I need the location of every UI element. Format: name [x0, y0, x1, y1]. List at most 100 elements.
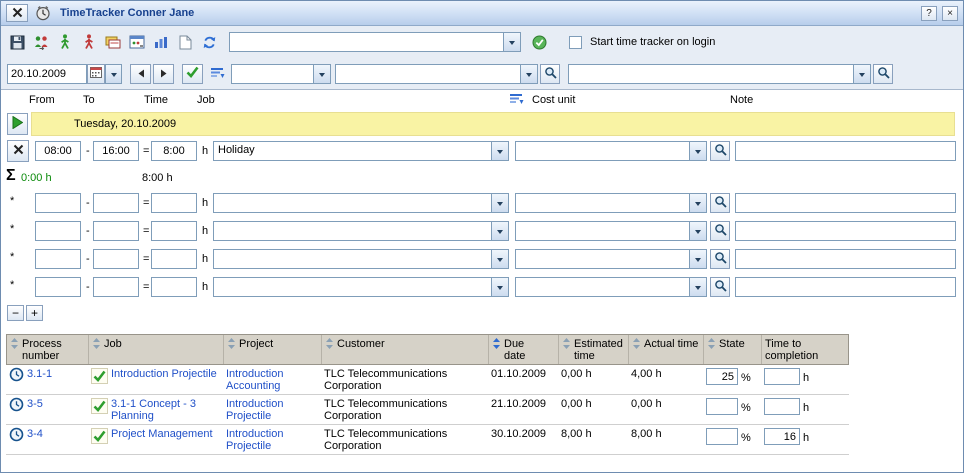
duration-input[interactable] — [151, 277, 197, 297]
remove-row-button[interactable]: − — [7, 305, 24, 321]
note-input[interactable] — [735, 141, 956, 161]
costunit-lookup-combo[interactable] — [568, 64, 871, 84]
from-input[interactable] — [35, 141, 81, 161]
to-input[interactable] — [93, 277, 139, 297]
quick-jump-combo[interactable] — [229, 32, 521, 52]
to-input[interactable] — [93, 249, 139, 269]
note-input[interactable] — [735, 277, 956, 297]
new-document-icon[interactable] — [175, 33, 195, 51]
job-combo[interactable] — [213, 249, 509, 269]
chevron-down-icon[interactable] — [689, 194, 706, 212]
refresh-icon[interactable] — [199, 33, 219, 51]
costunit-combo[interactable] — [515, 141, 707, 161]
chevron-down-icon[interactable] — [313, 65, 330, 83]
job-combo[interactable] — [213, 221, 509, 241]
statistics-icon[interactable] — [151, 33, 171, 51]
next-day-button[interactable] — [153, 64, 174, 84]
costunit-search-button[interactable] — [873, 64, 893, 84]
period-combo[interactable] — [231, 64, 331, 84]
process-link[interactable]: 3.1-1 — [27, 368, 52, 380]
chevron-down-icon[interactable] — [520, 65, 537, 83]
completion-input[interactable] — [764, 428, 800, 445]
header-job[interactable]: Job — [89, 335, 224, 364]
sort-view-button[interactable] — [207, 65, 227, 83]
costunit-combo[interactable] — [515, 249, 707, 269]
chevron-down-icon[interactable] — [689, 142, 706, 160]
job-link[interactable]: 3.1-1 Concept - 3 Planning — [111, 398, 220, 422]
duration-input[interactable] — [151, 193, 197, 213]
costunit-search-button[interactable] — [710, 193, 730, 213]
costunit-combo[interactable] — [515, 221, 707, 241]
task-timer-icon[interactable] — [9, 427, 24, 442]
arrive-walk-icon[interactable] — [55, 33, 75, 51]
costunit-combo[interactable] — [515, 277, 707, 297]
header-due-date[interactable]: Due date — [489, 335, 559, 364]
chevron-down-icon[interactable] — [853, 65, 870, 83]
job-search-button[interactable] — [540, 64, 560, 84]
chevron-down-icon[interactable] — [503, 33, 520, 51]
planning-board-icon[interactable] — [127, 33, 147, 51]
costunit-combo[interactable] — [515, 193, 707, 213]
job-lookup-combo[interactable] — [335, 64, 538, 84]
chevron-down-icon[interactable] — [491, 278, 508, 296]
cost-unit-sort-icon[interactable] — [509, 93, 524, 109]
help-button[interactable]: ? — [921, 6, 937, 21]
costunit-search-button[interactable] — [710, 221, 730, 241]
job-combo[interactable]: Holiday — [213, 141, 509, 161]
previous-day-button[interactable] — [130, 64, 151, 84]
start-tracker-button[interactable] — [7, 113, 28, 135]
from-input[interactable] — [35, 249, 81, 269]
close-button[interactable]: × — [942, 6, 958, 21]
job-link[interactable]: Introduction Projectile — [111, 368, 217, 380]
job-combo[interactable] — [213, 277, 509, 297]
cards-icon[interactable] — [103, 33, 123, 51]
process-link[interactable]: 3-5 — [27, 398, 43, 410]
job-link[interactable]: Project Management — [111, 428, 213, 440]
start-on-login-checkbox[interactable] — [569, 36, 582, 49]
header-project[interactable]: Project — [224, 335, 322, 364]
header-estimated-time[interactable]: Estimated time — [559, 335, 629, 364]
duration-input[interactable] — [151, 221, 197, 241]
job-combo[interactable] — [213, 193, 509, 213]
project-link[interactable]: Introduction Projectile — [226, 398, 318, 422]
chevron-down-icon[interactable] — [689, 278, 706, 296]
from-input[interactable] — [35, 193, 81, 213]
costunit-search-button[interactable] — [710, 141, 730, 161]
to-input[interactable] — [93, 221, 139, 241]
project-link[interactable]: Introduction Accounting — [226, 368, 318, 392]
state-input[interactable] — [706, 368, 738, 385]
note-input[interactable] — [735, 249, 956, 269]
duration-input[interactable] — [151, 141, 197, 161]
task-timer-icon[interactable] — [9, 397, 24, 412]
header-state[interactable]: State — [704, 335, 762, 364]
chevron-down-icon[interactable] — [689, 250, 706, 268]
calendar-button[interactable] — [87, 64, 105, 84]
check-in-out-icon[interactable] — [31, 33, 51, 51]
completion-input[interactable] — [764, 398, 800, 415]
completion-input[interactable] — [764, 368, 800, 385]
to-input[interactable] — [93, 141, 139, 161]
confirm-day-button[interactable] — [182, 64, 203, 84]
process-link[interactable]: 3-4 — [27, 428, 43, 440]
chevron-down-icon[interactable] — [491, 250, 508, 268]
header-time-to-completion[interactable]: Time to completion — [762, 335, 850, 364]
task-timer-icon[interactable] — [9, 367, 24, 382]
add-row-button[interactable]: + — [26, 305, 43, 321]
chevron-down-icon[interactable] — [491, 194, 508, 212]
from-input[interactable] — [35, 277, 81, 297]
job-check-icon[interactable] — [91, 428, 108, 444]
state-input[interactable] — [706, 398, 738, 415]
chevron-down-icon[interactable] — [689, 222, 706, 240]
to-input[interactable] — [93, 193, 139, 213]
panel-close-button[interactable] — [6, 4, 28, 22]
project-link[interactable]: Introduction Projectile — [226, 428, 318, 452]
leave-walk-icon[interactable] — [79, 33, 99, 51]
header-actual-time[interactable]: Actual time — [629, 335, 704, 364]
header-process-number[interactable]: Process number — [7, 335, 89, 364]
job-check-icon[interactable] — [91, 368, 108, 384]
note-input[interactable] — [735, 221, 956, 241]
date-input[interactable] — [7, 64, 87, 84]
costunit-search-button[interactable] — [710, 249, 730, 269]
job-check-icon[interactable] — [91, 398, 108, 414]
header-customer[interactable]: Customer — [322, 335, 489, 364]
